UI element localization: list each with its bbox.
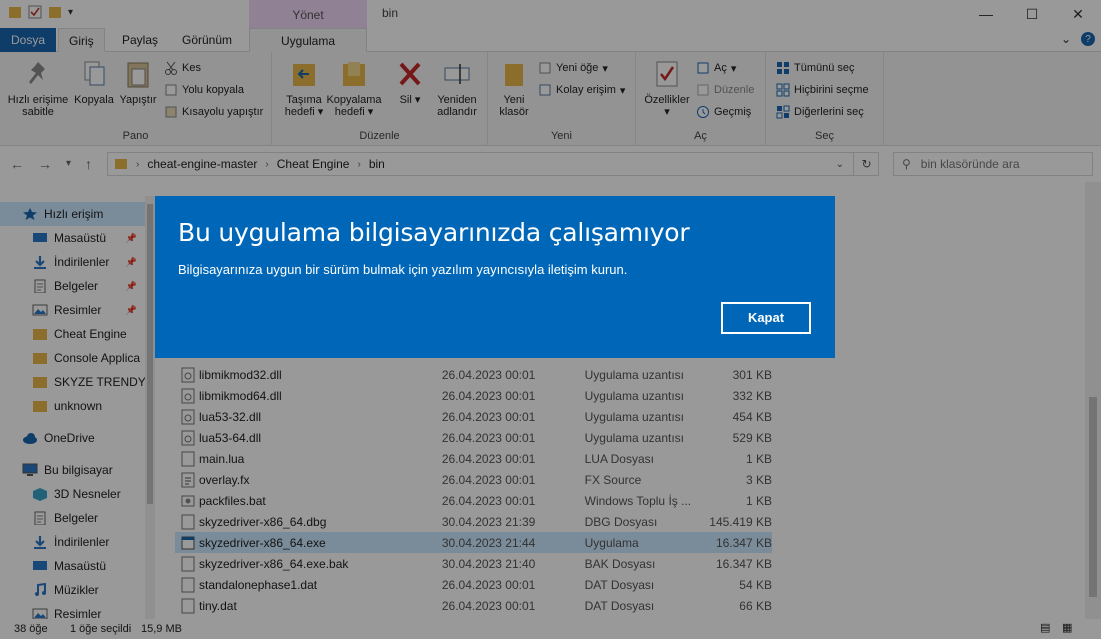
close-dialog-button[interactable]: Kapat [721, 302, 811, 334]
dialog-title: Bu uygulama bilgisayarınızda çalışamıyor [178, 218, 690, 247]
dialog-message: Bilgisayarınıza uygun bir sürüm bulmak i… [178, 262, 628, 277]
error-dialog: Bu uygulama bilgisayarınızda çalışamıyor… [155, 196, 835, 358]
